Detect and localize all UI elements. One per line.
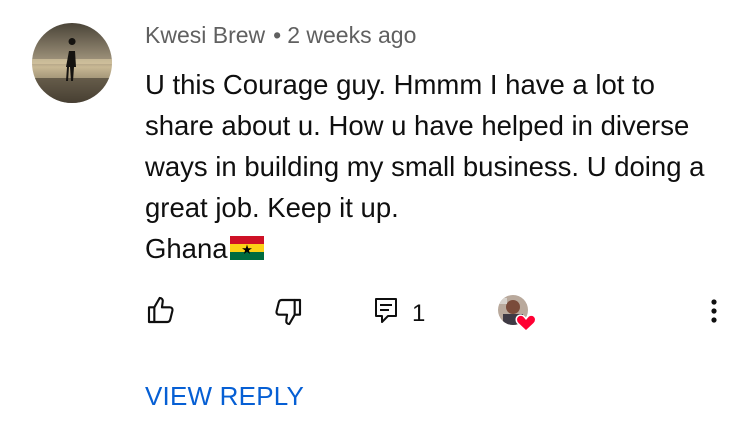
comment-line: ways in building my small business. U do… [145, 151, 705, 182]
comment-text: U this Courage guy. Hmmm I have a lot to… [145, 64, 735, 271]
comment-line: share about u. How u have helped in dive… [145, 110, 690, 141]
comment-icon [374, 297, 398, 330]
comment-line: Ghana [145, 228, 735, 271]
more-vertical-icon [700, 299, 728, 332]
like-button[interactable] [145, 294, 177, 331]
comment-time[interactable]: 2 weeks ago [287, 22, 416, 48]
comment-meta: Kwesi Brew • 2 weeks ago [145, 22, 416, 49]
more-options-button[interactable] [700, 296, 728, 328]
comment-line: U this Courage guy. Hmmm I have a lot to [145, 69, 655, 100]
comment-last-word: Ghana [145, 233, 228, 264]
replies-button[interactable]: 1 [374, 297, 425, 330]
comment-line: great job. Keep it up. [145, 192, 399, 223]
thumbs-down-icon [272, 296, 304, 333]
thumbs-up-icon [145, 294, 177, 331]
creator-heart-badge [497, 294, 539, 334]
dislike-button[interactable] [272, 296, 304, 333]
avatar[interactable] [32, 23, 112, 103]
reply-count: 1 [412, 299, 426, 327]
view-reply-button[interactable]: VIEW REPLY [145, 381, 304, 412]
ghana-flag-icon [229, 230, 264, 271]
author-name[interactable]: Kwesi Brew [145, 22, 265, 48]
separator-dot: • [273, 22, 282, 48]
